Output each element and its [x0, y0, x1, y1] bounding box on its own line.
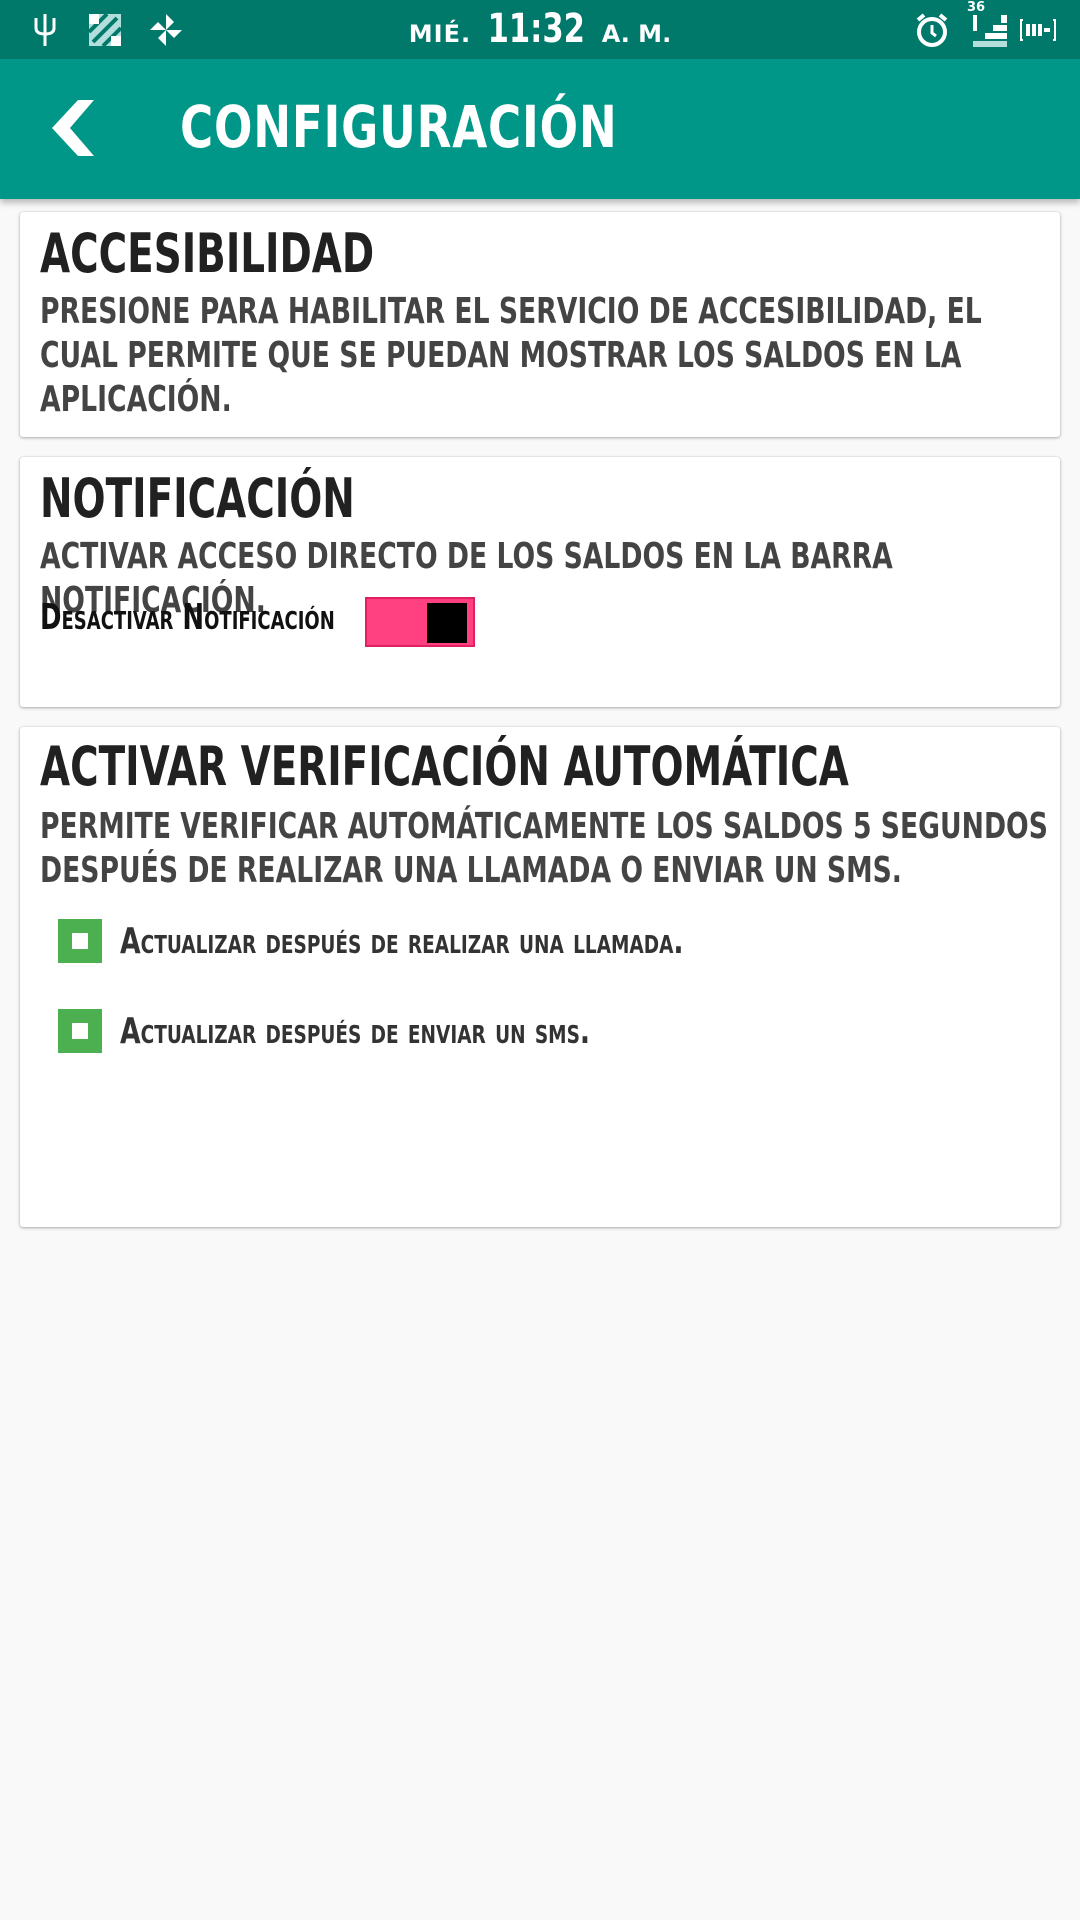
checkbox-row-sms[interactable]: Actualizar después de enviar un sms. — [58, 1009, 755, 1053]
notification-card: NOTIFICACIÓN Activar acceso directo de l… — [20, 457, 1060, 707]
auto-check-description: Permite verificar automáticamente los sa… — [40, 806, 1048, 891]
signal-icon — [970, 10, 1010, 50]
status-day: MIÉ. — [408, 20, 472, 48]
app-bar: CONFIGURACIÓN — [0, 59, 1080, 199]
checkbox-row-call[interactable]: Actualizar después de realizar una llama… — [58, 919, 882, 963]
auto-check-title: ACTIVAR VERIFICACIÓN AUTOMÁTICA — [40, 735, 849, 798]
status-time: 11:32 — [487, 6, 586, 52]
alarm-icon — [912, 10, 952, 50]
call-checkbox[interactable] — [58, 919, 102, 963]
status-bar: MIÉ. 11:32 A. M. 36 — [0, 0, 1080, 59]
chevron-left-icon — [52, 100, 94, 156]
battery-icon — [1018, 10, 1058, 50]
auto-check-card: ACTIVAR VERIFICACIÓN AUTOMÁTICA Permite … — [20, 727, 1060, 1227]
page-title: CONFIGURACIÓN — [180, 93, 618, 161]
accessibility-title: ACCESIBILIDAD — [40, 222, 375, 285]
notification-toggle[interactable] — [365, 597, 475, 647]
status-ampm: A. M. — [601, 20, 672, 48]
accessibility-description: Presione para habilitar el servicio de a… — [40, 291, 982, 420]
back-button[interactable] — [40, 95, 106, 161]
sms-checkbox-label: Actualizar después de enviar un sms. — [120, 1010, 591, 1052]
accessibility-card[interactable]: ACCESIBILIDAD Presione para habilitar el… — [20, 212, 1060, 437]
sms-checkbox[interactable] — [58, 1009, 102, 1053]
notification-title: NOTIFICACIÓN — [40, 467, 355, 530]
toggle-knob — [427, 603, 467, 643]
call-checkbox-label: Actualizar después de realizar una llama… — [120, 920, 684, 962]
notification-switch-label: Desactivar Notificación — [40, 597, 335, 638]
